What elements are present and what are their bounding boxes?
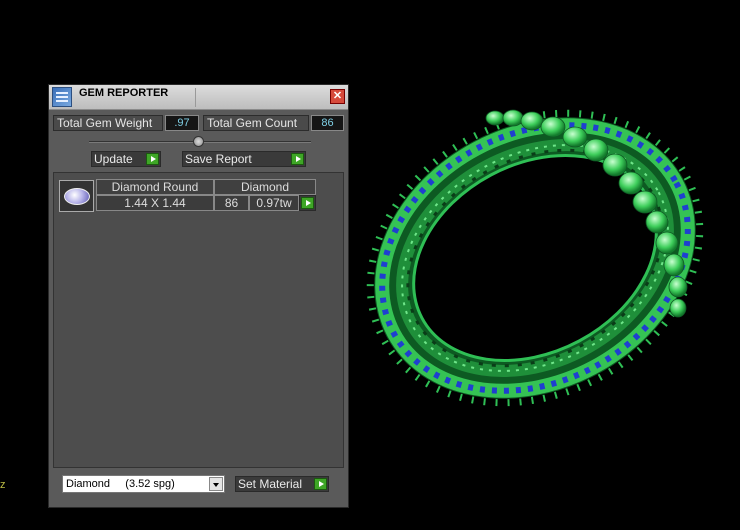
go-arrow-icon (301, 197, 314, 209)
gem-reporter-panel: GEM REPORTER ✕ Total Gem Weight .97 Tota… (48, 84, 349, 508)
gem-size-cell: 1.44 X 1.44 (96, 195, 214, 211)
close-icon[interactable]: ✕ (330, 89, 345, 104)
ring-model (366, 109, 704, 407)
window-title: GEM REPORTER (79, 87, 169, 99)
gem-weight-cell: 0.97tw (249, 195, 299, 211)
gem-thumbnail-icon[interactable] (59, 180, 94, 212)
set-material-button[interactable]: Set Material (235, 476, 329, 492)
go-arrow-icon (291, 153, 304, 165)
material-select[interactable]: Diamond (3.52 spg) (62, 475, 225, 493)
title-bar[interactable]: GEM REPORTER ✕ (49, 85, 348, 110)
save-report-button[interactable]: Save Report (182, 151, 306, 167)
gem-list: Diamond Round Diamond 1.44 X 1.44 86 0.9… (53, 172, 344, 468)
3d-viewport[interactable] (350, 0, 740, 527)
go-arrow-icon (146, 153, 159, 165)
total-gem-weight-label: Total Gem Weight (53, 115, 163, 131)
gem-row-go-button[interactable] (299, 195, 316, 211)
set-material-button-label: Set Material (238, 477, 303, 491)
total-gem-count-value: 86 (311, 115, 344, 131)
save-report-button-label: Save Report (185, 152, 252, 166)
diamond-stone-icon (64, 188, 90, 205)
dropdown-arrow-icon[interactable] (209, 477, 223, 491)
gem-material-header: Diamond (214, 179, 316, 195)
slider-grip-icon[interactable] (193, 136, 204, 147)
update-button-label: Update (94, 152, 133, 166)
stray-viewport-glyph: z (0, 479, 6, 491)
title-separator (195, 88, 196, 107)
go-arrow-icon (314, 478, 327, 490)
material-select-value: Diamond (3.52 spg) (66, 478, 175, 490)
update-button[interactable]: Update (91, 151, 161, 167)
total-gem-weight-value: .97 (165, 115, 199, 131)
total-gem-count-label: Total Gem Count (203, 115, 309, 131)
gem-count-cell: 86 (214, 195, 249, 211)
gem-shape-header: Diamond Round (96, 179, 214, 195)
app-icon (52, 87, 72, 107)
